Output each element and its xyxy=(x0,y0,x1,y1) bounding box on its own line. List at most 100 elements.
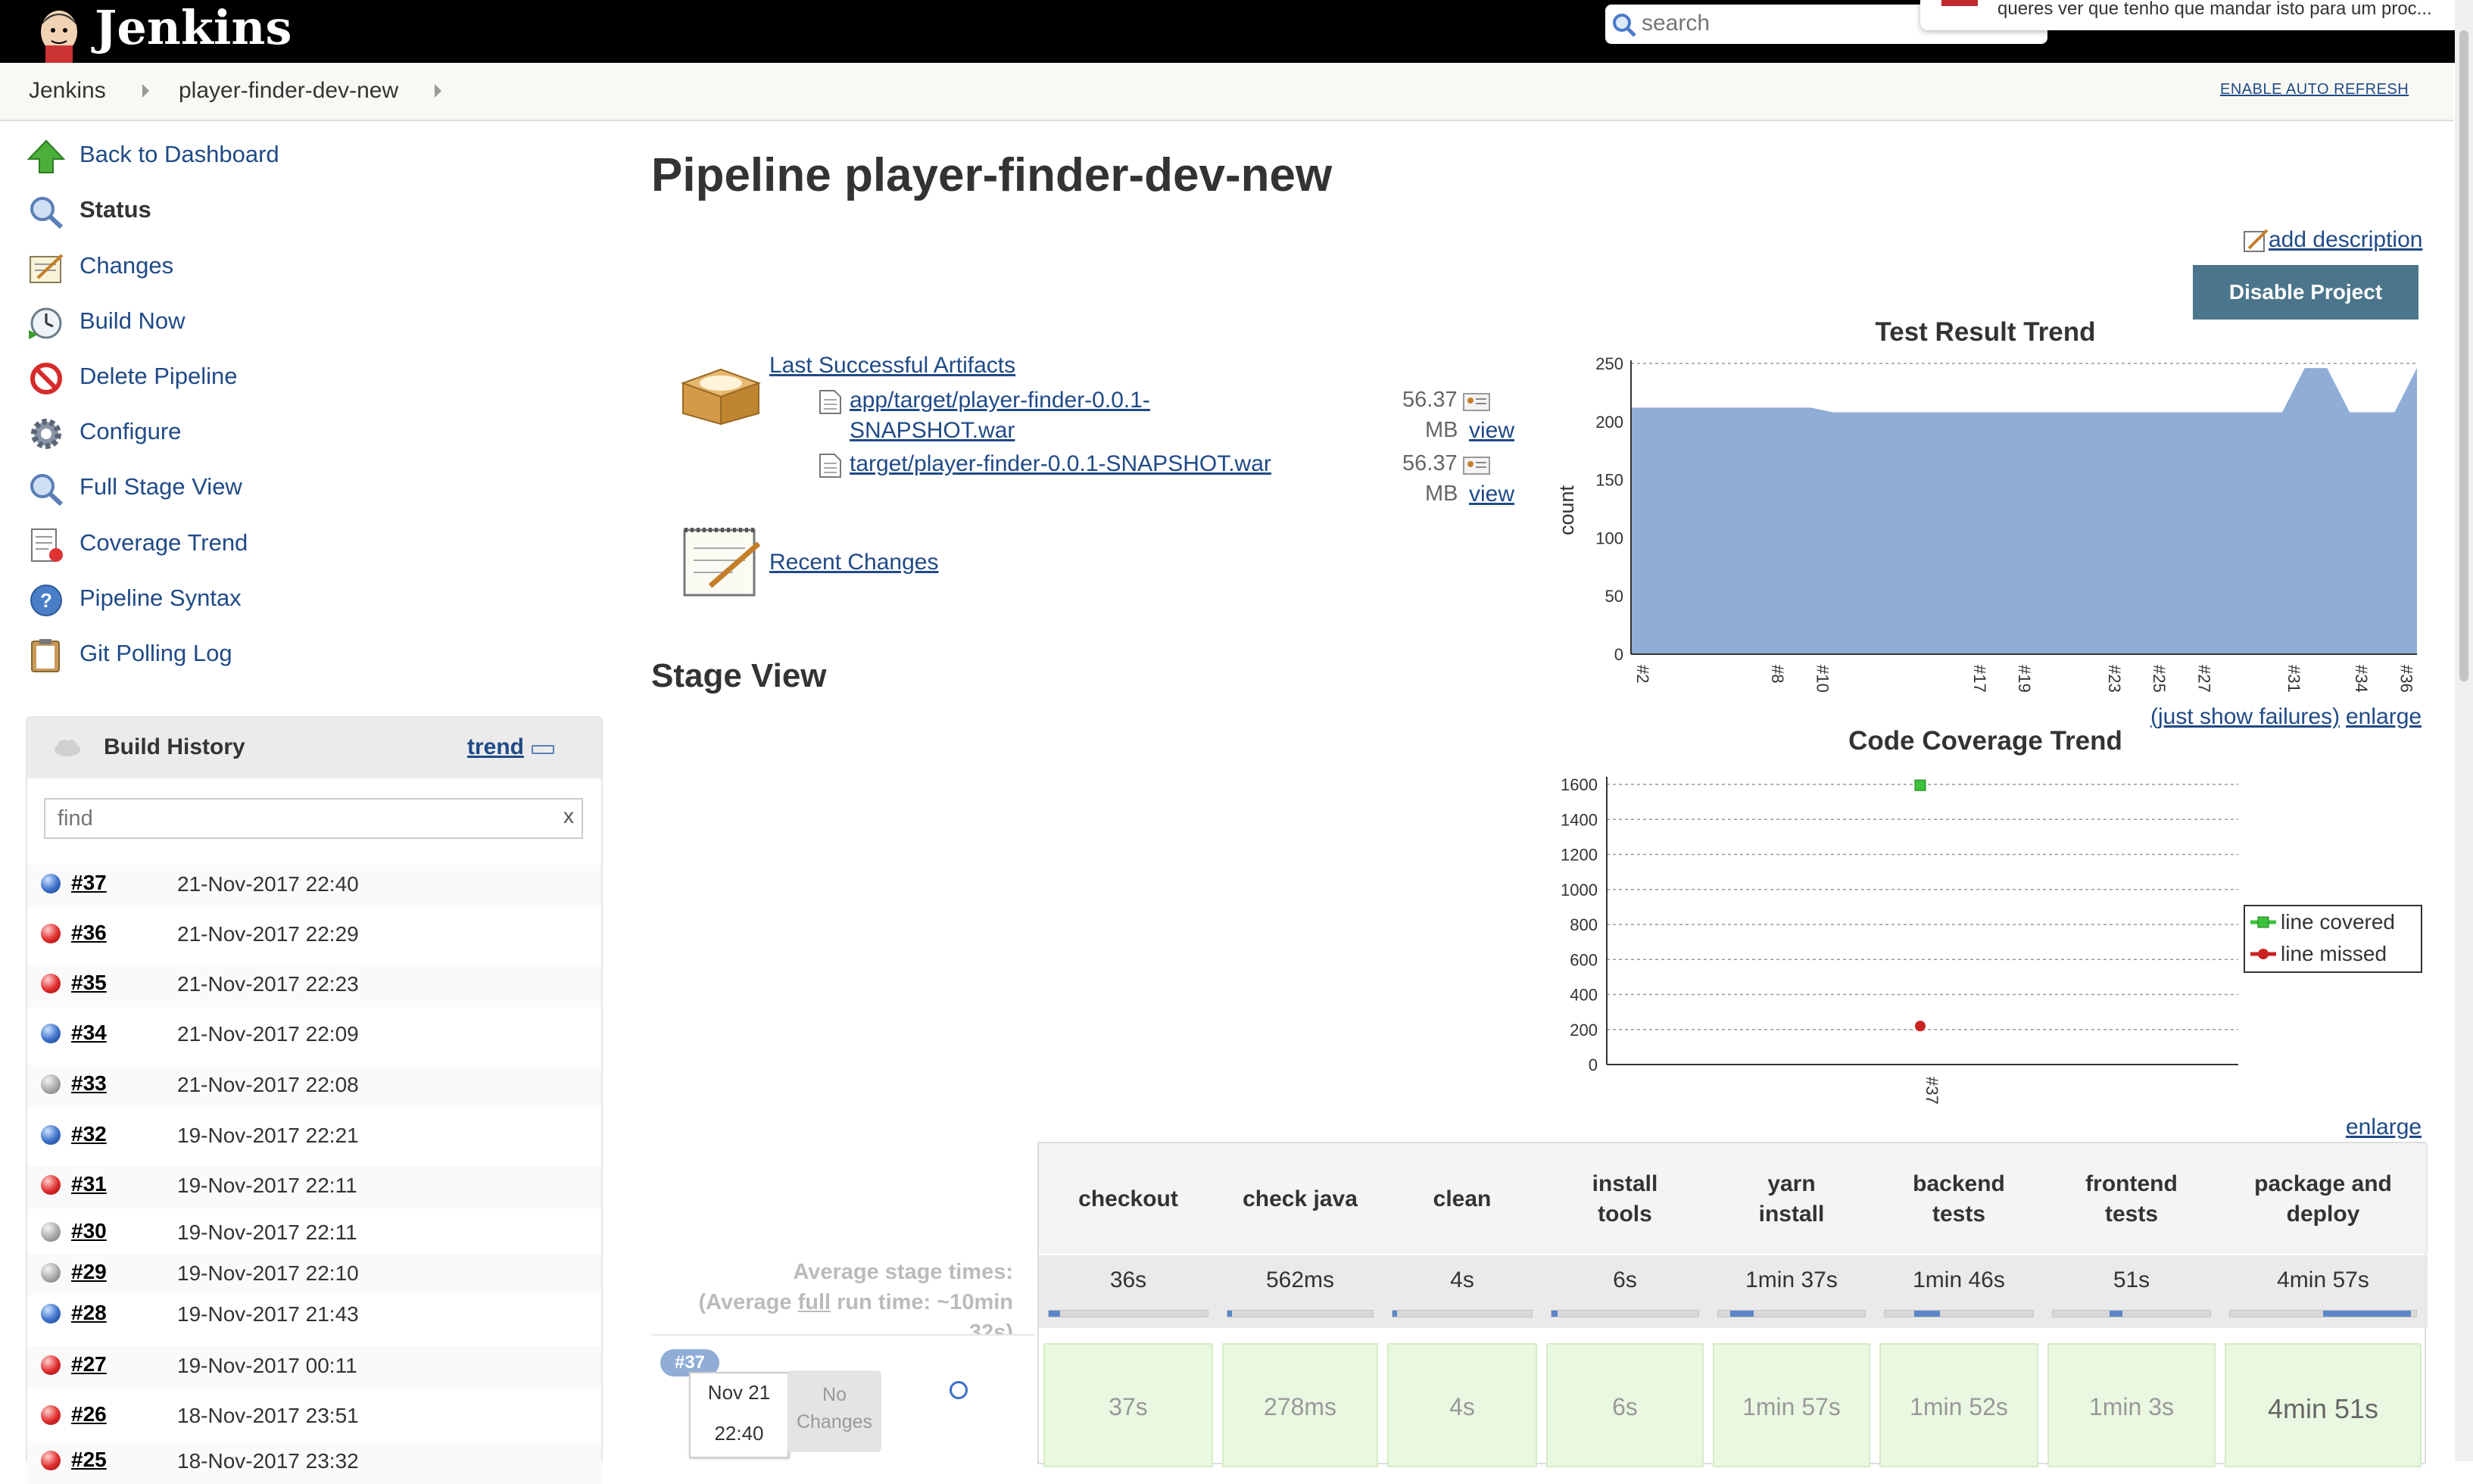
stage-run-cell[interactable]: 1min 52s xyxy=(1879,1343,2038,1467)
enlarge-test-trend-link[interactable]: enlarge xyxy=(2346,704,2422,730)
breadcrumb-chevron-icon[interactable] xyxy=(435,84,441,98)
build-number-link[interactable]: #27 xyxy=(71,1352,107,1376)
stage-header[interactable]: yarn install xyxy=(1708,1143,1876,1254)
stage-run-cell[interactable]: 278ms xyxy=(1222,1343,1378,1467)
scrollbar-track[interactable] xyxy=(2455,0,2473,1461)
recent-changes-link[interactable]: Recent Changes xyxy=(769,550,938,575)
build-row: #34 21-Nov-2017 22:09 xyxy=(27,1015,601,1057)
stage-run-cell[interactable]: 6s xyxy=(1546,1343,1704,1467)
code-coverage-trend-chart[interactable]: Code Coverage Trend 0 200 400 600 800 1000 120… xyxy=(1545,727,2431,1113)
fingerprint-icon[interactable] xyxy=(1463,391,1490,412)
build-status-blue-icon[interactable] xyxy=(41,1304,61,1323)
collapse-icon[interactable] xyxy=(532,745,554,754)
jenkins-butler-logo[interactable] xyxy=(29,0,89,63)
breadcrumb-chevron-icon[interactable] xyxy=(142,84,149,98)
stage-run-cell[interactable]: 37s xyxy=(1043,1343,1213,1467)
task-label[interactable]: Changes xyxy=(80,252,173,279)
stage-run-time: 37s xyxy=(1109,1393,1148,1420)
artifact-link-line2[interactable]: SNAPSHOT.war xyxy=(850,418,1015,444)
add-description-link[interactable]: add description xyxy=(2269,227,2422,253)
build-number-link[interactable]: #35 xyxy=(71,971,107,995)
build-number-link[interactable]: #31 xyxy=(71,1172,107,1196)
stage-average: 562ms xyxy=(1218,1255,1384,1328)
stage-progress-fill xyxy=(2323,1311,2411,1317)
build-number-link[interactable]: #25 xyxy=(71,1448,107,1472)
build-row: #37 21-Nov-2017 22:40 xyxy=(27,865,601,907)
chart-title: Code Coverage Trend xyxy=(1848,727,2122,756)
stage-header[interactable]: clean xyxy=(1383,1143,1543,1254)
artifact-view-link[interactable]: view xyxy=(1469,418,1514,444)
test-result-trend-chart[interactable]: Test Result Trend count 050100150200250 … xyxy=(1545,318,2431,704)
clipboard-icon xyxy=(31,639,60,672)
build-status-grey-icon[interactable] xyxy=(41,1263,61,1283)
disable-project-button[interactable]: Disable Project xyxy=(2193,265,2418,320)
build-number-link[interactable]: #29 xyxy=(71,1260,107,1284)
build-history-trend-link[interactable]: trend xyxy=(467,734,524,760)
build-number-link[interactable]: #37 xyxy=(71,871,107,895)
last-successful-artifacts-link[interactable]: Last Successful Artifacts xyxy=(769,353,1015,379)
full-run-link[interactable]: full xyxy=(798,1290,831,1314)
build-status-grey-icon[interactable] xyxy=(41,1074,61,1094)
scrollbar-thumb[interactable] xyxy=(2459,30,2468,681)
stage-header[interactable]: check java xyxy=(1218,1143,1384,1254)
stage-header[interactable]: frontend tests xyxy=(2043,1143,2222,1254)
stage-run-cell[interactable]: 1min 57s xyxy=(1713,1343,1870,1467)
task-label[interactable]: Full Stage View xyxy=(80,473,242,500)
edit-description-icon[interactable] xyxy=(2243,227,2269,253)
build-status-grey-icon[interactable] xyxy=(41,1222,61,1242)
stage-run-cell[interactable]: 1min 3s xyxy=(2047,1343,2216,1467)
build-number-link[interactable]: #36 xyxy=(71,921,107,945)
build-number-link[interactable]: #26 xyxy=(71,1402,107,1426)
task-label[interactable]: Pipeline Syntax xyxy=(80,585,242,612)
just-show-failures-link[interactable]: (just show failures) xyxy=(2150,704,2340,730)
build-number-link[interactable]: #33 xyxy=(71,1071,107,1096)
task-label[interactable]: Coverage Trend xyxy=(80,529,248,556)
file-icon xyxy=(819,454,841,478)
build-filter-input[interactable] xyxy=(56,804,529,833)
artifact-view-link[interactable]: view xyxy=(1469,482,1514,507)
stage-header[interactable]: package and deploy xyxy=(2220,1143,2428,1254)
enlarge-coverage-trend-link[interactable]: enlarge xyxy=(2346,1115,2422,1140)
build-status-red-icon[interactable] xyxy=(41,924,61,943)
build-status-blue-icon[interactable] xyxy=(41,874,61,893)
build-status-blue-icon[interactable] xyxy=(41,1024,61,1043)
build-date-box[interactable]: Nov 21 22:40 xyxy=(689,1372,789,1458)
build-filter-box[interactable]: x xyxy=(44,798,583,839)
build-date: 19-Nov-2017 22:21 xyxy=(177,1124,359,1147)
task-label[interactable]: Back to Dashboard xyxy=(80,141,279,168)
clear-filter-button[interactable]: x xyxy=(563,804,574,828)
build-number-link[interactable]: #30 xyxy=(71,1219,107,1243)
build-number-link[interactable]: #32 xyxy=(71,1122,107,1146)
build-status-red-icon[interactable] xyxy=(41,1405,61,1425)
breadcrumb-project[interactable]: player-finder-dev-new xyxy=(179,78,398,104)
build-status-red-icon[interactable] xyxy=(41,1175,61,1195)
stage-run-cell[interactable]: 4min 51s xyxy=(2225,1343,2422,1467)
stage-header[interactable]: checkout xyxy=(1039,1143,1219,1254)
enable-auto-refresh-link[interactable]: ENABLE AUTO REFRESH xyxy=(2220,81,2409,98)
build-info-icon[interactable] xyxy=(950,1381,968,1399)
artifact-link-line1[interactable]: app/target/player-finder-0.0.1- xyxy=(850,388,1150,413)
artifact-link[interactable]: target/player-finder-0.0.1-SNAPSHOT.war xyxy=(850,451,1271,477)
no-changes-box[interactable]: No Changes xyxy=(787,1370,881,1452)
stage-average: 1min 46s xyxy=(1875,1255,2044,1328)
clock-play-icon xyxy=(29,307,62,339)
fingerprint-icon[interactable] xyxy=(1463,454,1490,475)
task-label[interactable]: Configure xyxy=(80,418,181,445)
stage-header[interactable]: install tools xyxy=(1542,1143,1710,1254)
task-label[interactable]: Git Polling Log xyxy=(80,640,232,667)
app-title[interactable]: Jenkins xyxy=(95,2,292,55)
task-label[interactable]: Status xyxy=(80,196,151,223)
build-number-link[interactable]: #34 xyxy=(71,1021,107,1045)
stage-run-cell[interactable]: 4s xyxy=(1387,1343,1537,1467)
task-label[interactable]: Build Now xyxy=(80,307,186,335)
stage-header[interactable]: backend tests xyxy=(1875,1143,2044,1254)
build-status-red-icon[interactable] xyxy=(41,1355,61,1375)
notification-popup[interactable]: queres ver que tenho que mandar isto par… xyxy=(1920,0,2473,30)
build-number-link[interactable]: #28 xyxy=(71,1301,107,1325)
task-label[interactable]: Delete Pipeline xyxy=(80,363,238,390)
build-status-blue-icon[interactable] xyxy=(41,1125,61,1145)
build-status-red-icon[interactable] xyxy=(41,1451,61,1470)
build-status-red-icon[interactable] xyxy=(41,974,61,993)
breadcrumb-jenkins[interactable]: Jenkins xyxy=(29,78,106,104)
stage-average: 4s xyxy=(1383,1255,1543,1328)
